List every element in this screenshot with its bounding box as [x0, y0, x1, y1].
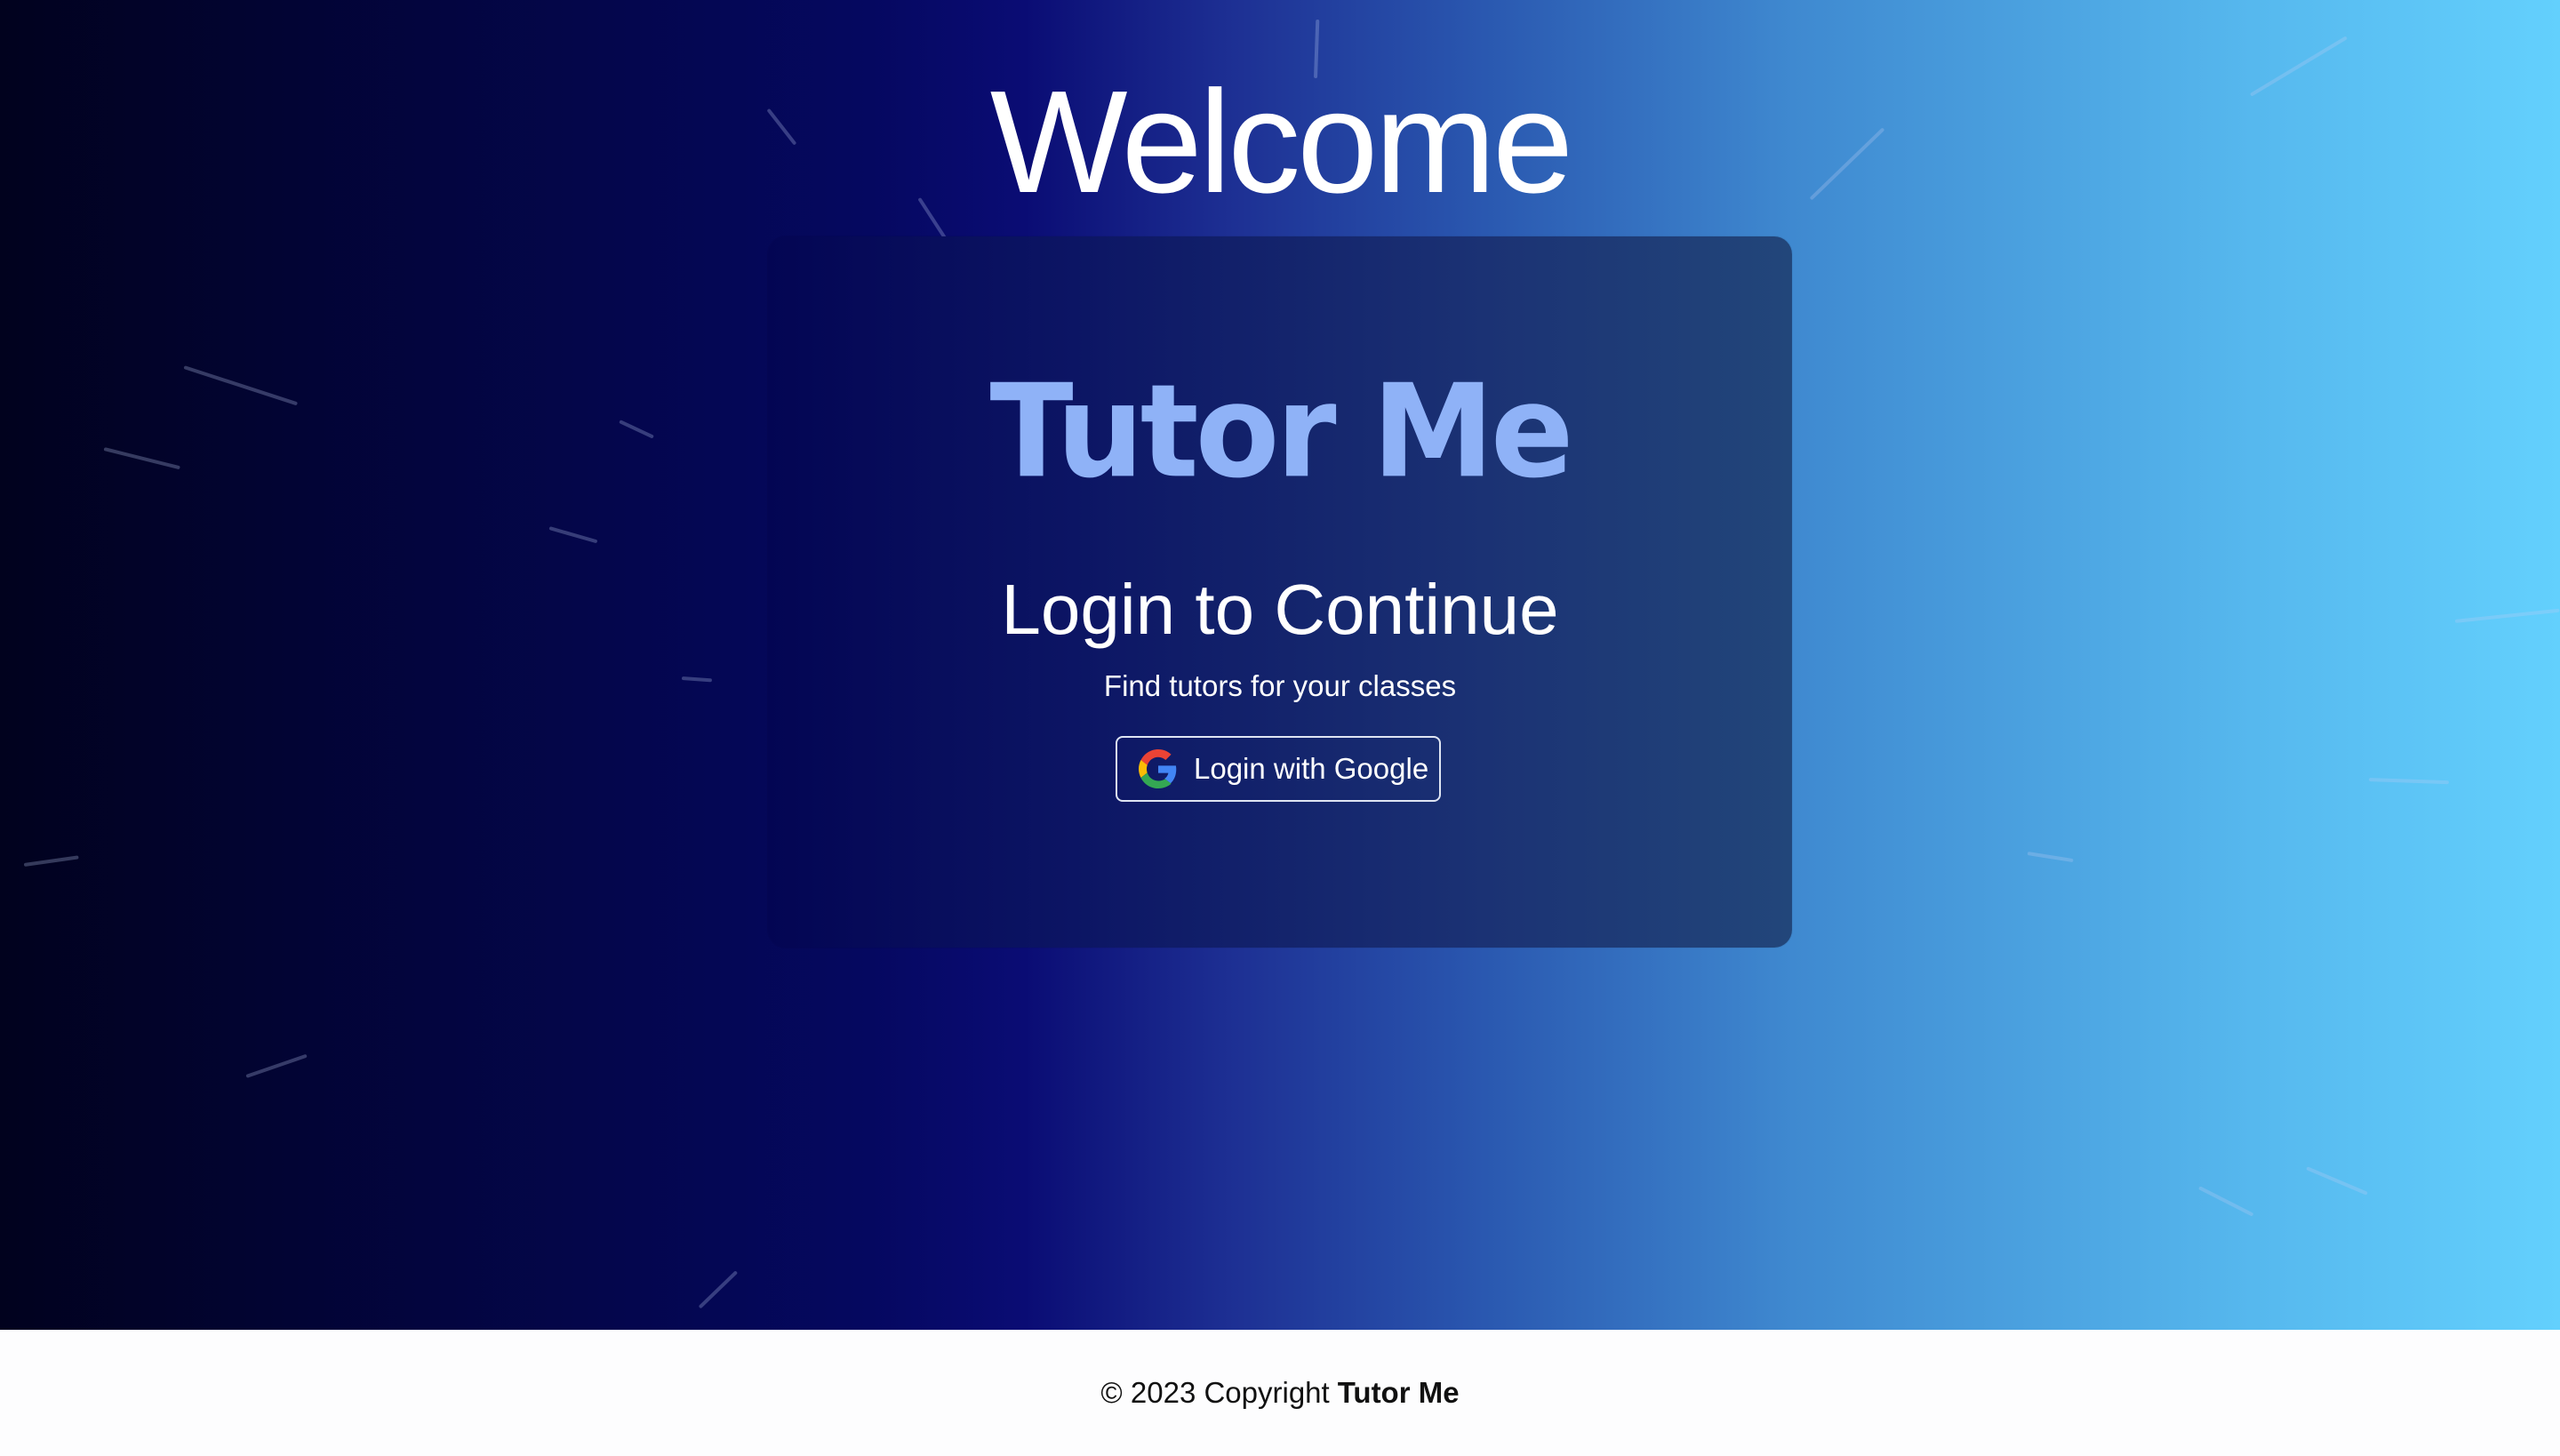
decorative-streak — [698, 1270, 739, 1309]
decorative-streak — [23, 855, 79, 867]
google-g-icon — [1139, 749, 1177, 788]
brand-logo-text: Tutor Me — [989, 356, 1573, 507]
google-button-label: Login with Google — [1194, 752, 1429, 785]
decorative-streak — [2198, 1186, 2254, 1217]
decorative-streak — [2306, 1166, 2368, 1196]
login-with-google-button[interactable]: Login with Google — [1116, 736, 1441, 802]
decorative-streak — [183, 365, 299, 406]
decorative-streak — [619, 420, 654, 439]
welcome-heading: Welcome — [989, 60, 1574, 223]
decorative-streak — [548, 526, 598, 544]
decorative-streak — [2027, 852, 2074, 863]
footer: © 2023 Copyright Tutor Me — [0, 1330, 2560, 1456]
decorative-streak — [103, 447, 180, 470]
footer-company-name: Tutor Me — [1337, 1376, 1460, 1409]
decorative-streak — [681, 676, 713, 683]
login-card: Tutor Me Login to Continue Find tutors f… — [768, 236, 1792, 948]
copyright-text: © 2023 Copyright — [1100, 1376, 1330, 1409]
decorative-streak — [245, 1053, 308, 1078]
hero-background: Welcome Tutor Me Login to Continue Find … — [0, 0, 2560, 1330]
login-title: Login to Continue — [1001, 570, 1559, 649]
login-subtitle: Find tutors for your classes — [1103, 669, 1457, 702]
decorative-streak — [2368, 778, 2450, 785]
decorative-streak — [2454, 608, 2560, 623]
